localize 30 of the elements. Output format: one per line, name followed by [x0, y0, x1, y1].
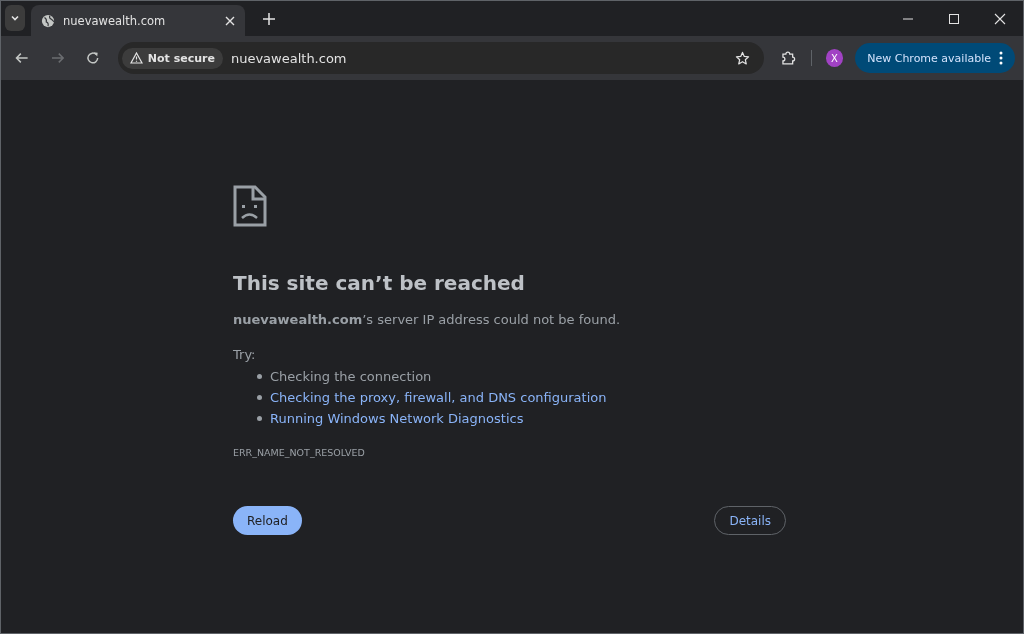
error-code: ERR_NAME_NOT_RESOLVED [233, 447, 365, 458]
profile-avatar[interactable]: X [825, 49, 844, 67]
update-button[interactable]: New Chrome available [855, 43, 1015, 73]
bullet-icon [257, 416, 262, 421]
globe-icon [41, 13, 55, 28]
close-icon[interactable] [225, 15, 235, 26]
puzzle-icon[interactable] [781, 50, 797, 66]
security-chip[interactable]: Not secure [121, 47, 223, 69]
error-message: nuevawealth.com’s server IP address could not be found. [233, 312, 621, 327]
tab-title: nuevawealth.com [63, 13, 167, 28]
try-label: Try: [233, 347, 256, 362]
suggestion-text: Checking the connection [270, 369, 432, 384]
close-icon[interactable] [994, 13, 1006, 25]
star-icon[interactable] [735, 50, 751, 66]
sad-page-icon [233, 185, 267, 227]
maximize-icon[interactable] [948, 13, 960, 25]
warning-icon [129, 52, 143, 64]
error-heading: This site can’t be reached [233, 271, 525, 295]
bullet-icon [257, 395, 262, 400]
plus-icon[interactable] [263, 13, 275, 25]
more-icon [999, 51, 1003, 65]
suggestion-link[interactable]: Running Windows Network Diagnostics [270, 411, 524, 426]
reload-button[interactable]: Reload [233, 506, 302, 535]
address-bar[interactable]: Not secure nuevawealth.com [117, 42, 765, 74]
chevron-down-icon [10, 13, 20, 23]
url-text: nuevawealth.com [230, 50, 347, 66]
tab-search-button[interactable] [5, 5, 25, 31]
bullet-icon [257, 374, 262, 379]
suggestion-link[interactable]: Checking the proxy, firewall, and DNS configuration [270, 390, 607, 405]
browser-tab[interactable]: nuevawealth.com [31, 5, 245, 36]
